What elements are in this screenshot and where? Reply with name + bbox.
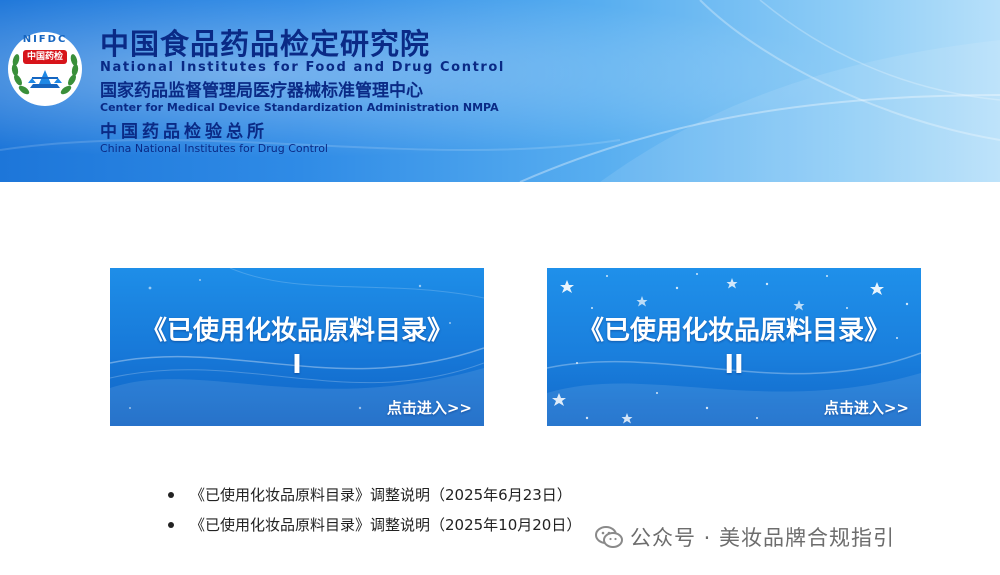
org-name-en-main: National Institutes for Food and Drug Co…	[100, 60, 505, 75]
org-name-cn-drug-control: 中国药品检验总所	[100, 122, 268, 142]
card-2-volume-numeral: II	[724, 350, 744, 380]
list-item: 《已使用化妆品原料目录》调整说明（2025年6月23日）	[168, 480, 581, 510]
card-2-enter-link[interactable]: 点击进入>>	[824, 397, 909, 418]
org-name-cn-main: 中国食品药品检定研究院	[100, 27, 431, 61]
bullet-icon	[168, 522, 174, 528]
site-header: NIFDC 中国药检 中国食品药品检定研究院 National Institut…	[0, 0, 1000, 182]
card-2-title: 《已使用化妆品原料目录》	[577, 316, 890, 346]
list-item: 《已使用化妆品原料目录》调整说明（2025年10月20日）	[168, 510, 581, 540]
card-1-title: 《已使用化妆品原料目录》	[140, 316, 453, 346]
wechat-icon	[595, 526, 623, 548]
adjustment-notes-list: 《已使用化妆品原料目录》调整说明（2025年6月23日） 《已使用化妆品原料目录…	[168, 480, 581, 540]
watermark-text: 公众号 · 美妆品牌合规指引	[630, 526, 896, 550]
org-name-en-drug-control: China National Institutes for Drug Contr…	[100, 142, 328, 155]
adjustment-note-link-2[interactable]: 《已使用化妆品原料目录》调整说明（2025年10月20日）	[190, 516, 581, 534]
catalog-entry-card-1[interactable]: 《已使用化妆品原料目录》 I 点击进入>>	[110, 268, 484, 426]
org-name-cn-device-center: 国家药品监督管理局医疗器械标准管理中心	[100, 81, 423, 101]
logo-center-text: 中国药检	[26, 52, 63, 62]
wechat-watermark: 公众号 · 美妆品牌合规指引	[594, 520, 895, 554]
logo-ring-text: NIFDC	[22, 34, 68, 45]
org-name-block: 中国食品药品检定研究院 National Institutes for Food…	[100, 28, 505, 156]
adjustment-note-link-1[interactable]: 《已使用化妆品原料目录》调整说明（2025年6月23日）	[190, 486, 572, 504]
card-1-volume-numeral: I	[292, 350, 302, 380]
nifdc-logo[interactable]: NIFDC 中国药检	[6, 30, 84, 108]
catalog-entry-card-2[interactable]: 《已使用化妆品原料目录》 II 点击进入>>	[547, 268, 921, 426]
bullet-icon	[168, 492, 174, 498]
org-name-en-device-center: Center for Medical Device Standardizatio…	[100, 101, 499, 114]
card-1-enter-link[interactable]: 点击进入>>	[387, 397, 472, 418]
